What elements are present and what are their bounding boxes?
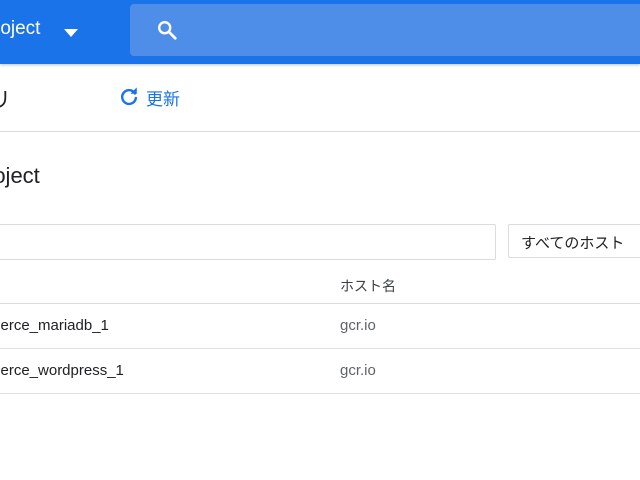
project-picker[interactable]: roject	[0, 0, 118, 64]
table-row[interactable]: merce_mariadb_1 gcr.io	[0, 304, 640, 349]
refresh-icon	[121, 87, 138, 106]
image-name-link[interactable]: merce_wordpress_1	[0, 362, 124, 379]
refresh-label: 更新	[146, 89, 180, 109]
hostname-cell: gcr.io	[340, 362, 376, 379]
search-bar[interactable]	[130, 4, 640, 56]
host-filter-select[interactable]: すべてのホスト	[508, 224, 640, 258]
table-row[interactable]: merce_wordpress_1 gcr.io	[0, 349, 640, 394]
page-toolbar: リ 更新	[0, 64, 640, 132]
chevron-down-icon	[64, 29, 78, 37]
search-input[interactable]	[192, 14, 636, 48]
search-icon[interactable]	[156, 19, 178, 41]
images-table: ホスト名 merce_mariadb_1 gcr.io merce_wordpr…	[0, 262, 640, 394]
table-header: ホスト名	[0, 262, 640, 304]
column-header-hostname[interactable]: ホスト名	[340, 276, 396, 296]
image-name-link[interactable]: merce_mariadb_1	[0, 317, 109, 334]
refresh-button[interactable]: 更新	[118, 84, 180, 110]
hostname-cell: gcr.io	[340, 317, 376, 334]
filter-input[interactable]	[0, 224, 496, 260]
page-section-title: リ	[0, 89, 11, 112]
host-filter-value: すべてのホスト	[521, 235, 625, 252]
top-app-bar: roject	[0, 0, 640, 64]
project-name: roject	[0, 18, 41, 39]
page-title: roject	[0, 163, 40, 188]
